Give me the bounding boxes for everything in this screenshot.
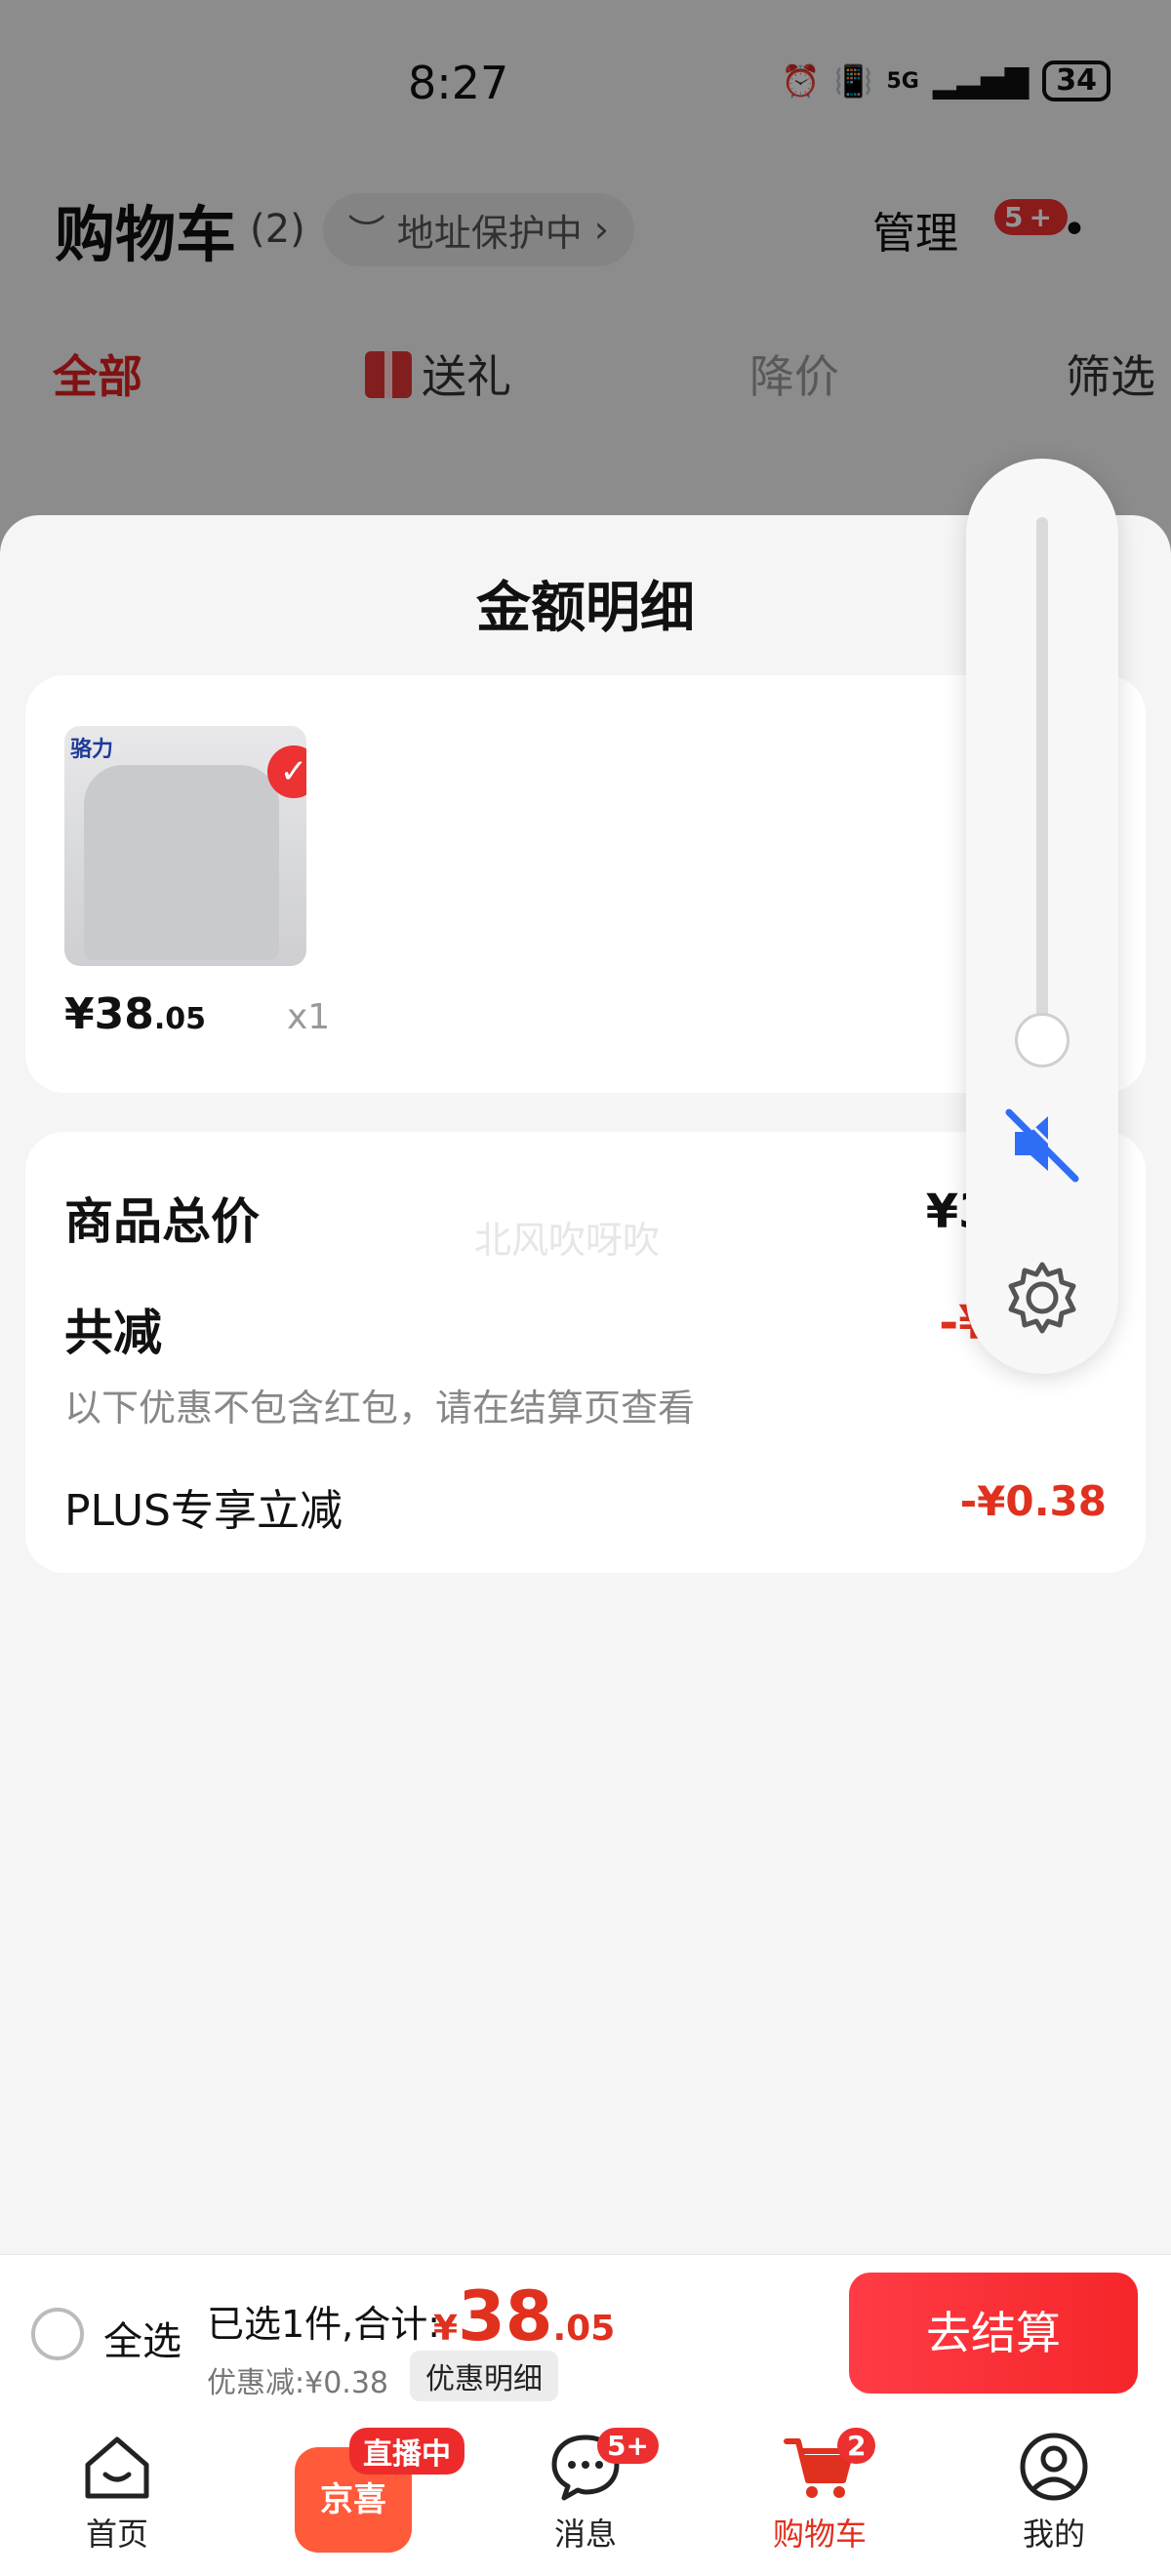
volume-panel	[966, 459, 1118, 1374]
total-decimal: .05	[552, 2309, 616, 2349]
nav-cart[interactable]: 2 购物车	[732, 2428, 908, 2555]
discount-amount-text: 优惠减:¥0.38	[207, 2366, 388, 2400]
nav-cart-label: 购物车	[772, 2516, 867, 2553]
total-currency: ¥	[433, 2309, 459, 2349]
nav-messages[interactable]: 5+ 消息	[498, 2428, 673, 2555]
plus-discount-value: -¥0.38	[959, 1477, 1107, 1525]
home-icon	[85, 2436, 149, 2499]
bottom-nav: 首页 京喜 直播中 5+ 消息 2 购物车 我的	[0, 2414, 1171, 2576]
mute-icon[interactable]	[1001, 1103, 1083, 1185]
nav-mine[interactable]: 我的	[966, 2428, 1142, 2555]
volume-slider-track[interactable]	[1036, 517, 1048, 1044]
discount-detail-button[interactable]: 优惠明细	[410, 2351, 558, 2401]
nav-home[interactable]: 首页	[29, 2428, 205, 2555]
messages-badge: 5+	[597, 2428, 659, 2464]
price-decimal: .05	[153, 1002, 207, 1036]
selected-count-text: 已选1件,合计:	[207, 2303, 441, 2346]
checkout-bar: 全选 已选1件,合计: ¥38.05 优惠减:¥0.38 优惠明细 去结算	[0, 2254, 1171, 2414]
tshirt-picture	[84, 765, 279, 960]
plus-discount-label: PLUS专享立减	[64, 1486, 343, 1536]
brand-logo: 骆力	[70, 738, 114, 762]
nav-home-label: 首页	[85, 2516, 148, 2553]
discount-total-label: 共减	[64, 1305, 162, 1361]
goods-total-label: 商品总价	[64, 1193, 260, 1250]
discount-note: 以下优惠不包含红包，请在结算页查看	[64, 1387, 696, 1429]
price-integer: ¥38	[64, 989, 154, 1039]
nav-live[interactable]: 京喜 直播中	[265, 2428, 480, 2574]
product-image[interactable]: 骆力 ✓	[64, 726, 306, 966]
product-price: ¥38.05	[64, 989, 206, 1039]
total-price: ¥38.05	[433, 2276, 615, 2356]
product-quantity: x1	[287, 997, 331, 1037]
select-all-label[interactable]: 全选	[103, 2310, 182, 2366]
checkout-button[interactable]: 去结算	[849, 2273, 1138, 2394]
select-all-radio[interactable]	[31, 2308, 84, 2360]
nav-messages-label: 消息	[553, 2516, 617, 2553]
nav-mine-label: 我的	[1022, 2516, 1085, 2553]
user-icon	[1020, 2433, 1088, 2501]
gear-icon[interactable]	[1001, 1257, 1083, 1339]
volume-slider-thumb[interactable]	[1015, 1013, 1070, 1067]
live-tag: 直播中	[349, 2428, 464, 2475]
cart-badge: 2	[837, 2428, 876, 2464]
total-integer: 38	[458, 2276, 553, 2356]
watermark-text: 北风吹呀吹	[474, 1219, 661, 1262]
